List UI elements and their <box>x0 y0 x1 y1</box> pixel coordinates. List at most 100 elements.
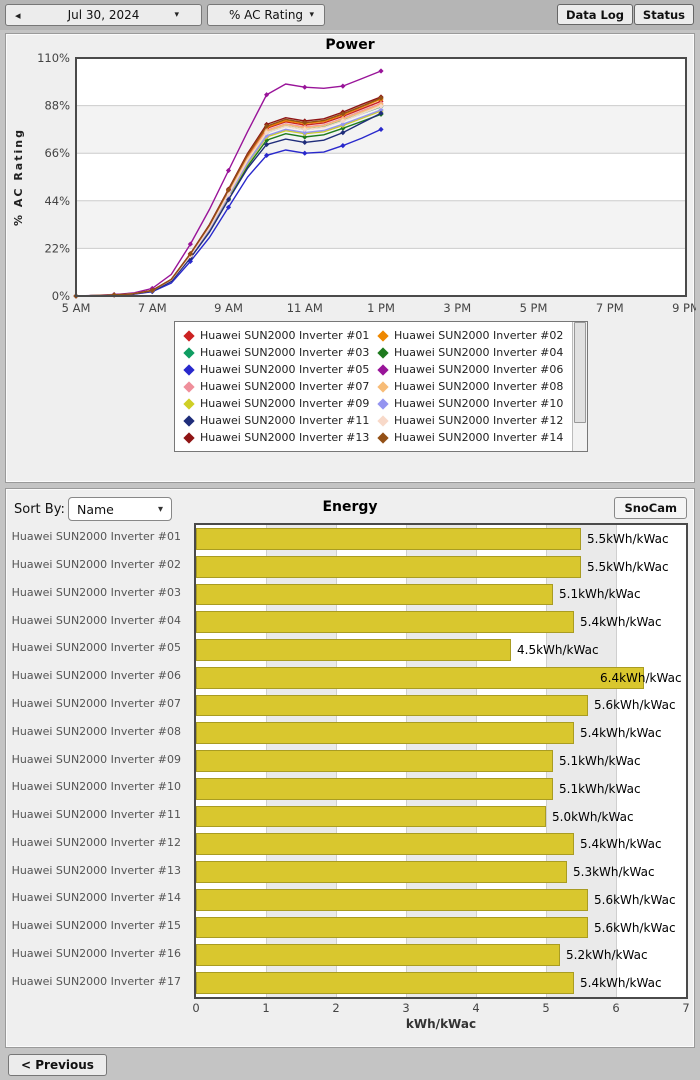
energy-bar-row: 5.3kWh/kWac <box>196 858 686 886</box>
legend-item: Huawei SUN2000 Inverter #06 <box>377 361 565 378</box>
svg-text:22%: 22% <box>44 241 70 255</box>
legend-diamond-icon <box>377 329 389 342</box>
energy-bar[interactable] <box>196 611 574 634</box>
svg-text:11 AM: 11 AM <box>287 301 323 315</box>
energy-bar-row: 4.5kWh/kWac <box>196 636 686 664</box>
legend-diamond-icon <box>377 346 389 359</box>
energy-bar[interactable] <box>196 972 574 995</box>
energy-category-label: Huawei SUN2000 Inverter #14 <box>11 891 181 905</box>
energy-bar[interactable] <box>196 888 588 911</box>
energy-bar-row: 5.6kWh/kWac <box>196 886 686 914</box>
legend-diamond-icon <box>183 380 195 393</box>
energy-bar-value: 5.1kWh/kWac <box>559 587 641 602</box>
legend-item: Huawei SUN2000 Inverter #11 <box>183 412 371 429</box>
legend-series-label: Huawei SUN2000 Inverter #13 <box>200 431 370 444</box>
previous-button[interactable]: < Previous <box>8 1054 107 1076</box>
energy-category-label: Huawei SUN2000 Inverter #15 <box>11 919 181 933</box>
legend-series-label: Huawei SUN2000 Inverter #11 <box>200 414 370 427</box>
energy-category-label: Huawei SUN2000 Inverter #17 <box>11 974 181 988</box>
legend-item: Huawei SUN2000 Inverter #12 <box>377 412 565 429</box>
legend-diamond-icon <box>183 363 195 376</box>
svg-text:5 AM: 5 AM <box>62 301 91 315</box>
svg-text:% AC Rating: % AC Rating <box>12 128 25 226</box>
energy-bar[interactable] <box>196 861 567 883</box>
metric-dropdown[interactable]: % AC Rating ▾ <box>207 4 325 26</box>
energy-bar[interactable] <box>196 916 588 939</box>
energy-category-label: Huawei SUN2000 Inverter #11 <box>11 808 181 822</box>
energy-bar-value: 5.6kWh/kWac <box>594 920 676 935</box>
data-log-button[interactable]: Data Log <box>556 4 633 25</box>
energy-x-tick: 5 <box>542 1001 550 1015</box>
energy-bar[interactable] <box>196 583 553 606</box>
legend-item: Huawei SUN2000 Inverter #05 <box>183 361 371 378</box>
legend-diamond-icon <box>377 397 389 410</box>
energy-bar[interactable] <box>196 694 588 717</box>
legend-diamond-icon <box>183 346 195 359</box>
snocam-button[interactable]: SnoCam <box>614 497 687 519</box>
energy-bar-value: 5.1kWh/kWac <box>559 781 641 796</box>
legend-diamond-icon <box>377 380 389 393</box>
energy-bar[interactable] <box>196 777 553 800</box>
energy-category-label: Huawei SUN2000 Inverter #01 <box>11 530 181 544</box>
metric-label: % AC Rating <box>228 8 304 22</box>
legend-diamond-icon <box>377 363 389 376</box>
legend-diamond-icon <box>183 329 195 342</box>
energy-category-label: Huawei SUN2000 Inverter #02 <box>11 558 181 572</box>
energy-x-axis-label: kWh/kWac <box>405 1017 477 1031</box>
energy-bar-row: 5.5kWh/kWac <box>196 525 686 553</box>
energy-bar-row: 5.2kWh/kWac <box>196 941 686 969</box>
energy-bar-value: 5.4kWh/kWac <box>580 726 662 741</box>
energy-bar-value: 5.2kWh/kWac <box>566 948 648 963</box>
legend-series-label: Huawei SUN2000 Inverter #06 <box>394 363 564 376</box>
energy-bar[interactable] <box>196 722 574 745</box>
legend-scrollbar-thumb[interactable] <box>574 322 586 423</box>
previous-day-icon[interactable]: ◂ <box>15 9 21 22</box>
legend-item: Huawei SUN2000 Inverter #02 <box>377 327 565 344</box>
svg-text:7 AM: 7 AM <box>138 301 167 315</box>
energy-bar-row: 5.1kWh/kWac <box>196 581 686 609</box>
energy-category-label: Huawei SUN2000 Inverter #16 <box>11 946 181 960</box>
legend-series-label: Huawei SUN2000 Inverter #04 <box>394 346 564 359</box>
legend-series-label: Huawei SUN2000 Inverter #14 <box>394 431 564 444</box>
energy-x-tick: 6 <box>612 1001 620 1015</box>
energy-bar-value: 5.4kWh/kWac <box>580 837 662 852</box>
energy-bar-row: 6.4kWh/kWac <box>196 664 686 692</box>
legend-series-label: Huawei SUN2000 Inverter #10 <box>394 397 564 410</box>
energy-bar-value: 5.1kWh/kWac <box>559 754 641 768</box>
legend-item: Huawei SUN2000 Inverter #01 <box>183 327 371 344</box>
energy-bar-row: 5.4kWh/kWac <box>196 608 686 636</box>
energy-bar[interactable] <box>196 833 574 856</box>
power-panel: Power 0% 22% 44% 66% 88% 110% 5 AM 7 AM 9 AM 11 A… <box>5 33 696 483</box>
energy-bar-row: 5.4kWh/kWac <box>196 969 686 997</box>
energy-bar-row: 5.6kWh/kWac <box>196 692 686 720</box>
energy-category-label: Huawei SUN2000 Inverter #04 <box>11 613 181 627</box>
energy-bar[interactable] <box>196 666 644 689</box>
energy-bar-value: 4.5kWh/kWac <box>517 642 599 657</box>
legend-item: Huawei SUN2000 Inverter #07 <box>183 378 371 395</box>
date-picker[interactable]: ◂ Jul 30, 2024 ▾ <box>5 4 202 26</box>
legend-series-label: Huawei SUN2000 Inverter #02 <box>394 329 564 342</box>
svg-text:9 AM: 9 AM <box>214 301 243 315</box>
legend-item: Huawei SUN2000 Inverter #08 <box>377 378 565 395</box>
legend-series-label: Huawei SUN2000 Inverter #12 <box>394 414 564 427</box>
energy-category-labels: Huawei SUN2000 Inverter #01 Huawei SUN200… <box>6 523 188 995</box>
energy-bar[interactable] <box>196 750 553 772</box>
energy-bar[interactable] <box>196 555 581 578</box>
energy-bar[interactable] <box>196 639 511 661</box>
energy-category-label: Huawei SUN2000 Inverter #13 <box>11 863 181 877</box>
legend-scrollbar[interactable] <box>572 322 587 451</box>
status-button[interactable]: Status <box>633 4 694 25</box>
energy-bar[interactable] <box>196 944 560 967</box>
energy-bar-value: 5.4kWh/kWac <box>580 976 662 991</box>
energy-bar[interactable] <box>196 528 581 550</box>
energy-category-label: Huawei SUN2000 Inverter #06 <box>11 669 181 683</box>
energy-bar[interactable] <box>196 805 546 828</box>
energy-panel: Sort By: Name ▾ Energy SnoCam Huawei SUN… <box>5 488 695 1048</box>
energy-bar-chart: 5.5kWh/kWac 5.5kWh/kWac 5.1kWh/kWac 5.4kWh/… <box>194 523 688 999</box>
energy-category-label: Huawei SUN2000 Inverter #03 <box>11 585 181 599</box>
energy-category-label: Huawei SUN2000 Inverter #12 <box>11 835 181 849</box>
chevron-down-icon: ▾ <box>174 10 179 20</box>
legend-item: Huawei SUN2000 Inverter #10 <box>377 395 565 412</box>
svg-text:44%: 44% <box>44 194 70 208</box>
legend-series-label: Huawei SUN2000 Inverter #01 <box>200 329 370 342</box>
